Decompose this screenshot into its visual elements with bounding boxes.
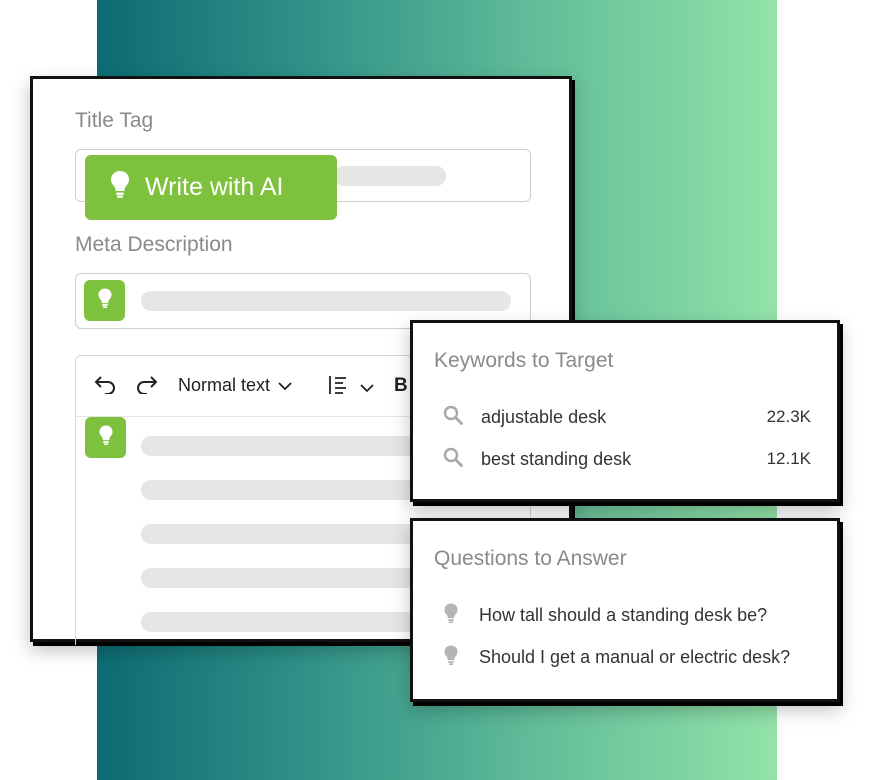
question-row[interactable]: How tall should a standing desk be? [443, 602, 811, 628]
questions-panel-title: Questions to Answer [434, 547, 627, 570]
content-placeholder-bar [141, 612, 441, 632]
search-icon [443, 405, 463, 430]
content-placeholder-bar [141, 436, 441, 456]
keyword-volume: 12.1K [766, 449, 811, 468]
redo-icon[interactable] [134, 374, 158, 394]
lightbulb-icon [443, 644, 459, 671]
bold-button[interactable]: B [394, 375, 408, 397]
content-placeholder-bar [141, 568, 441, 588]
meta-placeholder-bar [141, 291, 511, 311]
lightbulb-icon [98, 424, 114, 451]
chevron-down-icon [360, 377, 374, 398]
questions-panel: Questions to Answer How tall should a st… [410, 518, 840, 702]
keyword-volume: 22.3K [766, 407, 811, 426]
write-with-ai-button[interactable]: Write with AI [85, 155, 337, 220]
lightbulb-icon [97, 287, 113, 314]
undo-icon[interactable] [94, 374, 118, 394]
title-placeholder-bar [334, 166, 446, 186]
meta-description-label: Meta Description [75, 233, 233, 256]
chevron-down-icon [278, 375, 292, 396]
lightbulb-icon [443, 602, 459, 629]
question-row[interactable]: Should I get a manual or electric desk? [443, 644, 811, 670]
keywords-panel-title: Keywords to Target [434, 349, 614, 372]
line-spacing-icon [328, 374, 348, 401]
question-text: Should I get a manual or electric desk? [479, 646, 791, 667]
line-spacing-select[interactable] [328, 374, 374, 401]
keyword-text: adjustable desk [481, 406, 607, 427]
ai-suggest-button[interactable] [84, 280, 125, 321]
keyword-row[interactable]: adjustable desk 22.3K [443, 404, 811, 430]
keyword-row[interactable]: best standing desk 12.1K [443, 446, 811, 472]
content-placeholder-bar [141, 480, 441, 500]
search-icon [443, 447, 463, 472]
text-style-label: Normal text [178, 375, 271, 395]
content-placeholder-bar [141, 524, 441, 544]
keywords-panel: Keywords to Target adjustable desk 22.3K… [410, 320, 840, 502]
write-with-ai-label: Write with AI [145, 173, 284, 201]
title-tag-label: Title Tag [75, 109, 154, 132]
text-style-select[interactable]: Normal text [178, 375, 292, 396]
ai-suggest-button[interactable] [85, 417, 126, 458]
keyword-text: best standing desk [481, 448, 632, 469]
lightbulb-icon [109, 170, 131, 205]
question-text: How tall should a standing desk be? [479, 604, 768, 625]
